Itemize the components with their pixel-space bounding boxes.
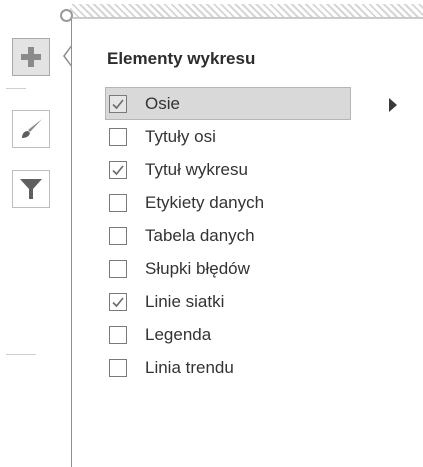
funnel-icon xyxy=(18,176,44,202)
list-item[interactable]: Słupki błędów xyxy=(105,252,420,285)
list-item[interactable]: Etykiety danych xyxy=(105,186,420,219)
list-item[interactable]: Tytuł wykresu xyxy=(105,153,420,186)
toolbar-divider xyxy=(6,88,26,89)
panel-title: Elementy wykresu xyxy=(107,49,256,68)
list-item[interactable]: Linia trendu xyxy=(105,351,420,384)
chart-elements-button[interactable] xyxy=(12,38,50,76)
checkmark-icon xyxy=(112,164,124,175)
submenu-arrow-icon[interactable] xyxy=(389,98,397,112)
element-checkbox[interactable] xyxy=(109,160,127,179)
list-item[interactable]: Legenda xyxy=(105,318,420,351)
chart-elements-list: Osie Tytuły osi Tytuł wykresu Etykiety d… xyxy=(105,87,420,384)
chart-styles-button[interactable] xyxy=(12,110,50,148)
item-label: Osie xyxy=(145,93,180,113)
chart-filters-button[interactable] xyxy=(12,170,50,208)
list-item[interactable]: Linie siatki xyxy=(105,285,420,318)
chart-elements-panel: Elementy wykresu Osie Tytuły osi Tytuł w… xyxy=(71,18,423,467)
item-label: Linie siatki xyxy=(145,291,225,311)
element-checkbox[interactable] xyxy=(109,259,127,278)
item-label: Słupki błędów xyxy=(145,258,250,278)
checkmark-icon xyxy=(112,296,124,307)
list-item[interactable]: Tabela danych xyxy=(105,219,420,252)
item-label: Legenda xyxy=(145,324,212,344)
chart-frame-top-edge xyxy=(70,4,423,18)
element-checkbox[interactable] xyxy=(109,292,127,311)
toolbar-divider xyxy=(6,354,36,355)
item-label: Linia trendu xyxy=(145,357,234,377)
item-label: Tytuł wykresu xyxy=(145,159,248,179)
list-item[interactable]: Osie xyxy=(105,87,397,120)
item-label: Tytuły osi xyxy=(145,126,216,146)
list-item[interactable]: Tytuły osi xyxy=(105,120,420,153)
brush-icon xyxy=(18,116,44,142)
plus-icon xyxy=(19,45,43,69)
element-checkbox[interactable] xyxy=(109,127,127,146)
chart-side-toolbar xyxy=(0,24,62,467)
element-checkbox[interactable] xyxy=(109,193,127,212)
element-checkbox[interactable] xyxy=(109,325,127,344)
item-label: Tabela danych xyxy=(145,225,255,245)
element-checkbox[interactable] xyxy=(109,358,127,377)
element-checkbox[interactable] xyxy=(109,94,127,113)
element-checkbox[interactable] xyxy=(109,226,127,245)
item-label: Etykiety danych xyxy=(145,192,265,212)
checkmark-icon xyxy=(112,98,124,109)
